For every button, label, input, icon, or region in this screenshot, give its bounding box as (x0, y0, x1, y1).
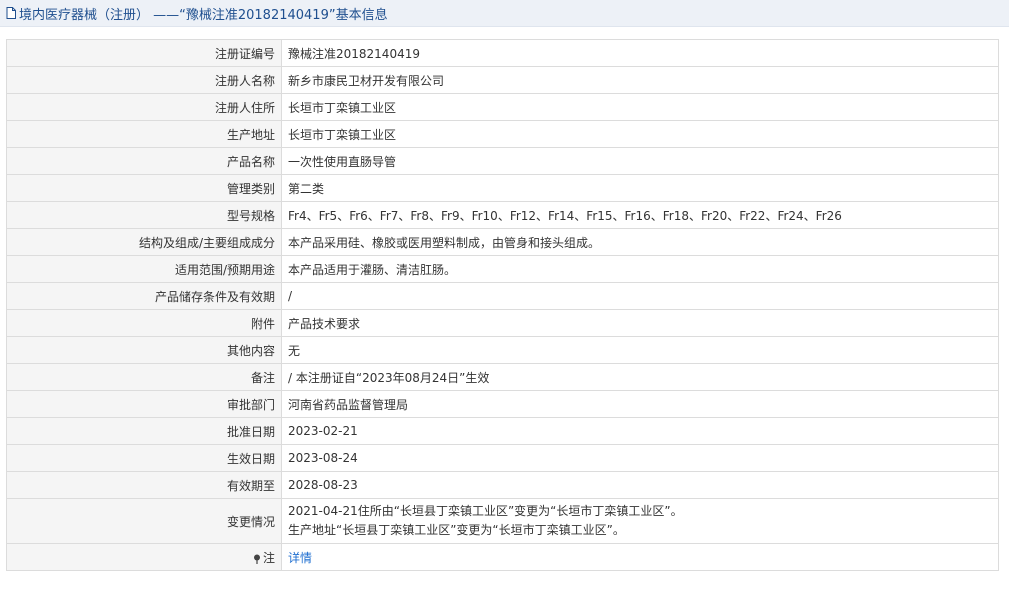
change-value: 2021-04-21住所由“长垣县丁栾镇工业区”变更为“长垣市丁栾镇工业区”。 … (281, 498, 999, 544)
field-label: 注册证编号 (6, 39, 282, 67)
field-label: 型号规格 (6, 201, 282, 229)
field-value: / (281, 282, 999, 310)
change-line-2: 生产地址“长垣县丁栾镇工业区”变更为“长垣市丁栾镇工业区”。 (288, 523, 625, 537)
field-value: 产品技术要求 (281, 309, 999, 337)
field-label: 管理类别 (6, 174, 282, 202)
table-row: 产品名称 一次性使用直肠导管 (6, 147, 999, 175)
table-row: 管理类别 第二类 (6, 174, 999, 202)
table-row: 生效日期 2023-08-24 (6, 444, 999, 472)
table-row: 批准日期 2023-02-21 (6, 417, 999, 445)
table-row: 附件 产品技术要求 (6, 309, 999, 337)
field-label: 生产地址 (6, 120, 282, 148)
field-label: 产品名称 (6, 147, 282, 175)
field-label: 审批部门 (6, 390, 282, 418)
field-value: 河南省药品监督管理局 (281, 390, 999, 418)
table-row: 有效期至 2028-08-23 (6, 471, 999, 499)
table-row: 型号规格 Fr4、Fr5、Fr6、Fr7、Fr8、Fr9、Fr10、Fr12、Fr… (6, 201, 999, 229)
page-title: 境内医疗器械（注册） ——“豫械注准20182140419”基本信息 (19, 7, 388, 23)
table-row: 备注 / 本注册证自“2023年08月24日”生效 (6, 363, 999, 391)
table-row: 注册证编号 豫械注准20182140419 (6, 39, 999, 67)
table-row: 注册人住所 长垣市丁栾镇工业区 (6, 93, 999, 121)
table-row: 审批部门 河南省药品监督管理局 (6, 390, 999, 418)
field-label: 注册人住所 (6, 93, 282, 121)
field-label: 其他内容 (6, 336, 282, 364)
field-value: Fr4、Fr5、Fr6、Fr7、Fr8、Fr9、Fr10、Fr12、Fr14、F… (281, 201, 999, 229)
field-value: 本产品适用于灌肠、清洁肛肠。 (281, 255, 999, 283)
field-label: 结构及组成/主要组成成分 (6, 228, 282, 256)
change-row: 变更情况 2021-04-21住所由“长垣县丁栾镇工业区”变更为“长垣市丁栾镇工… (6, 498, 999, 544)
field-label: 变更情况 (6, 498, 282, 544)
details-link[interactable]: 详情 (288, 551, 312, 565)
field-label: 产品储存条件及有效期 (6, 282, 282, 310)
field-value: 本产品采用硅、橡胶或医用塑料制成，由管身和接头组成。 (281, 228, 999, 256)
field-label: 备注 (6, 363, 282, 391)
field-value: 第二类 (281, 174, 999, 202)
table-row: 适用范围/预期用途 本产品适用于灌肠、清洁肛肠。 (6, 255, 999, 283)
field-label: 附件 (6, 309, 282, 337)
field-value: / 本注册证自“2023年08月24日”生效 (281, 363, 999, 391)
note-value: 详情 (281, 543, 999, 571)
info-table: 注册证编号 豫械注准20182140419 注册人名称 新乡市康民卫材开发有限公司 … (6, 39, 999, 571)
table-row: 产品储存条件及有效期 / (6, 282, 999, 310)
pin-icon (253, 553, 261, 564)
table-row: 生产地址 长垣市丁栾镇工业区 (6, 120, 999, 148)
field-value: 新乡市康民卫材开发有限公司 (281, 66, 999, 94)
field-label: 有效期至 (6, 471, 282, 499)
field-value: 2028-08-23 (281, 471, 999, 499)
change-line-1: 2021-04-21住所由“长垣县丁栾镇工业区”变更为“长垣市丁栾镇工业区”。 (288, 504, 683, 518)
field-value: 2023-02-21 (281, 417, 999, 445)
field-value: 一次性使用直肠导管 (281, 147, 999, 175)
table-row: 注册人名称 新乡市康民卫材开发有限公司 (6, 66, 999, 94)
field-value: 豫械注准20182140419 (281, 39, 999, 67)
field-value: 长垣市丁栾镇工业区 (281, 120, 999, 148)
document-icon (6, 7, 16, 19)
field-value: 2023-08-24 (281, 444, 999, 472)
note-label-cell: 注 (6, 543, 282, 571)
field-label: 适用范围/预期用途 (6, 255, 282, 283)
field-label: 批准日期 (6, 417, 282, 445)
field-label: 注册人名称 (6, 66, 282, 94)
field-label: 生效日期 (6, 444, 282, 472)
field-value: 长垣市丁栾镇工业区 (281, 93, 999, 121)
table-row: 结构及组成/主要组成成分 本产品采用硅、橡胶或医用塑料制成，由管身和接头组成。 (6, 228, 999, 256)
note-label: 注 (262, 550, 275, 565)
table-row: 其他内容无 (6, 336, 999, 364)
field-value: 无 (281, 336, 999, 364)
note-row: 注 详情 (6, 543, 999, 571)
page-title-bar: 境内医疗器械（注册） ——“豫械注准20182140419”基本信息 (0, 0, 1009, 27)
